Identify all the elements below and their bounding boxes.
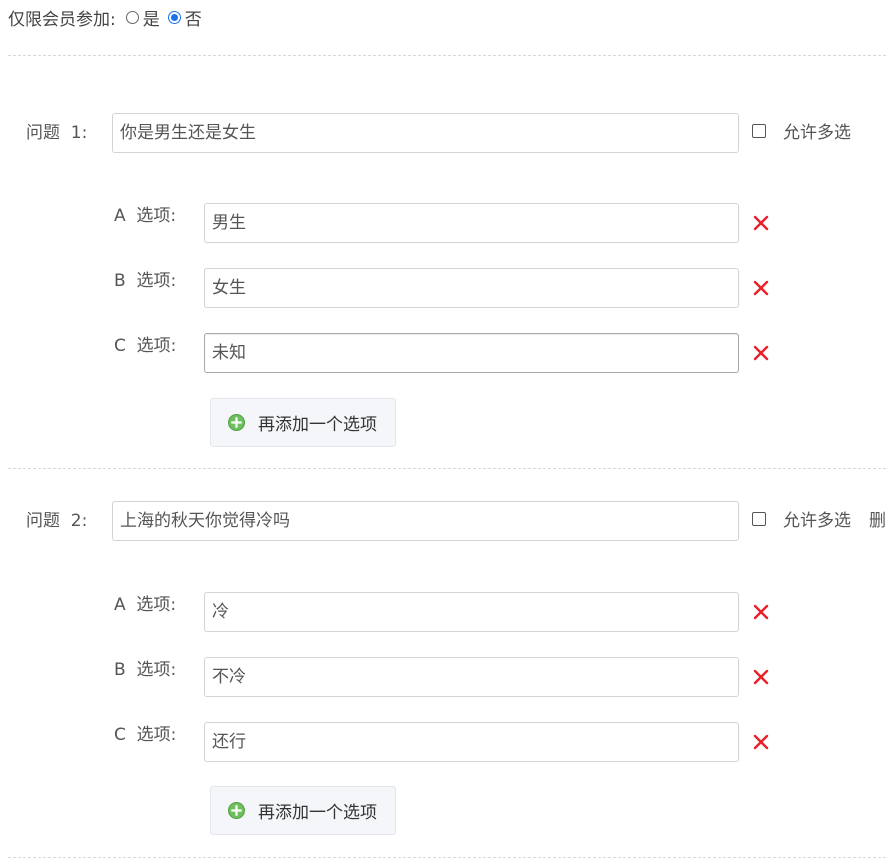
delete-option-icon[interactable] [753, 669, 769, 685]
option-label: C 选项: [114, 725, 177, 745]
delete-option-icon[interactable] [753, 734, 769, 750]
allow-multi-label: 允许多选 [783, 123, 851, 143]
member-only-label: 仅限会员参加: [8, 9, 116, 30]
option-input[interactable]: 冷 [204, 592, 739, 632]
plus-circle-icon [228, 802, 245, 819]
option-input[interactable]: 未知 [204, 333, 739, 373]
option-input[interactable]: 女生 [204, 268, 739, 308]
delete-option-icon[interactable] [753, 280, 769, 296]
add-option-label: 再添加一个选项 [258, 803, 377, 823]
radio-yes-label: 是 [142, 9, 160, 30]
radio-no[interactable] [167, 10, 181, 24]
question-label: 问题 2: [26, 511, 88, 531]
question-text-input[interactable]: 上海的秋天你觉得冷吗 [112, 501, 739, 541]
add-option-button[interactable]: 再添加一个选项 [210, 398, 396, 447]
divider [8, 468, 886, 469]
member-only-no[interactable]: 否 [167, 5, 202, 30]
delete-option-icon[interactable] [753, 345, 769, 361]
option-label: B 选项: [114, 660, 177, 680]
delete-option-icon[interactable] [753, 604, 769, 620]
radio-no-label: 否 [184, 9, 202, 30]
delete-option-icon[interactable] [753, 215, 769, 231]
allow-multi-checkbox[interactable] [752, 512, 766, 526]
option-label: A 选项: [114, 595, 177, 615]
delete-question-link[interactable]: 删 [869, 501, 886, 541]
option-label: C 选项: [114, 336, 177, 356]
add-option-button[interactable]: 再添加一个选项 [210, 786, 396, 835]
option-input[interactable]: 不冷 [204, 657, 739, 697]
allow-multi-checkbox[interactable] [752, 124, 766, 138]
plus-circle-icon [228, 414, 245, 431]
member-only-yes[interactable]: 是 [125, 5, 160, 30]
member-only-row: 仅限会员参加: 是 否 [8, 5, 206, 30]
add-option-label: 再添加一个选项 [258, 415, 377, 435]
allow-multi-label: 允许多选 [783, 511, 851, 531]
radio-yes[interactable] [125, 10, 139, 24]
option-input[interactable]: 男生 [204, 203, 739, 243]
divider [8, 55, 886, 56]
option-label: B 选项: [114, 271, 177, 291]
divider [8, 857, 886, 858]
question-label: 问题 1: [26, 123, 88, 143]
option-input[interactable]: 还行 [204, 722, 739, 762]
option-label: A 选项: [114, 206, 177, 226]
question-text-input[interactable]: 你是男生还是女生 [112, 113, 739, 153]
